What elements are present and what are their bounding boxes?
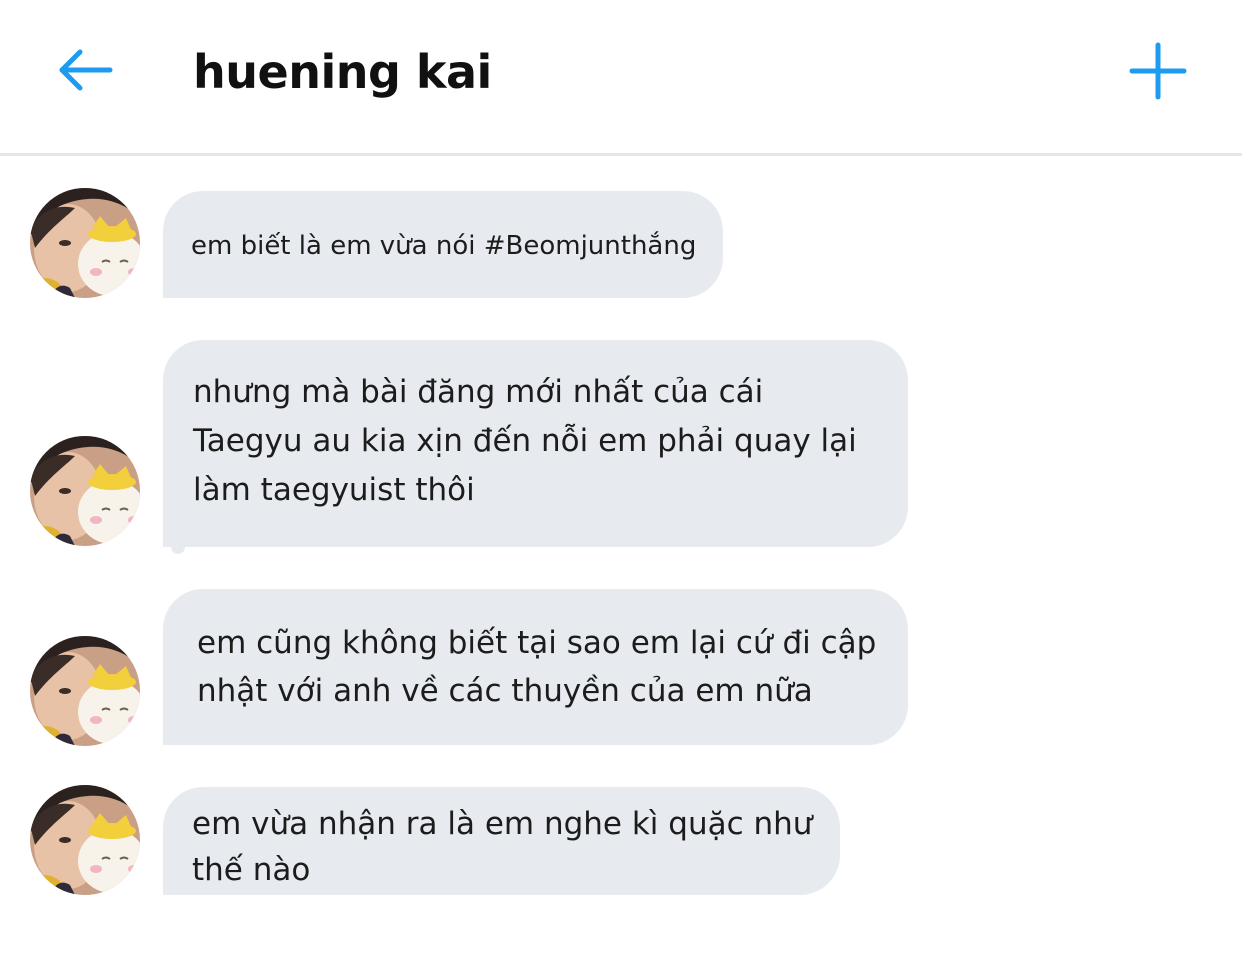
conversation-title: huening kai (193, 45, 492, 99)
message-text: em vừa nhận ra là em nghe kì quặc như th… (192, 806, 813, 888)
dm-conversation-screen: huening kai em biết là em vừa nói #Beomj… (0, 0, 1242, 955)
message-bubble[interactable]: em vừa nhận ra là em nghe kì quặc như th… (163, 787, 840, 895)
message-bubble[interactable]: em cũng không biết tại sao em lại cứ đi … (163, 589, 908, 745)
profile-avatar (30, 188, 140, 298)
profile-avatar (30, 436, 140, 546)
profile-avatar (30, 785, 140, 895)
arrow-left-icon (59, 49, 113, 91)
bubble-tail (171, 544, 185, 554)
plus-icon (1129, 42, 1187, 100)
avatar[interactable] (30, 636, 140, 746)
avatar[interactable] (30, 436, 140, 546)
message-bubble[interactable]: em biết là em vừa nói #Beomjunthắng (163, 191, 723, 298)
message-bubble[interactable]: nhưng mà bài đăng mới nhất của cái Taegy… (163, 340, 908, 547)
avatar[interactable] (30, 188, 140, 298)
message-text: nhưng mà bài đăng mới nhất của cái Taegy… (193, 374, 857, 508)
profile-avatar (30, 636, 140, 746)
add-button[interactable] (1124, 37, 1192, 105)
back-button[interactable] (50, 38, 122, 102)
conversation-header: huening kai (0, 0, 1242, 155)
avatar[interactable] (30, 785, 140, 895)
message-text: em cũng không biết tại sao em lại cứ đi … (197, 625, 877, 709)
header-divider (0, 153, 1242, 156)
message-text: em biết là em vừa nói #Beomjunthắng (191, 231, 697, 261)
